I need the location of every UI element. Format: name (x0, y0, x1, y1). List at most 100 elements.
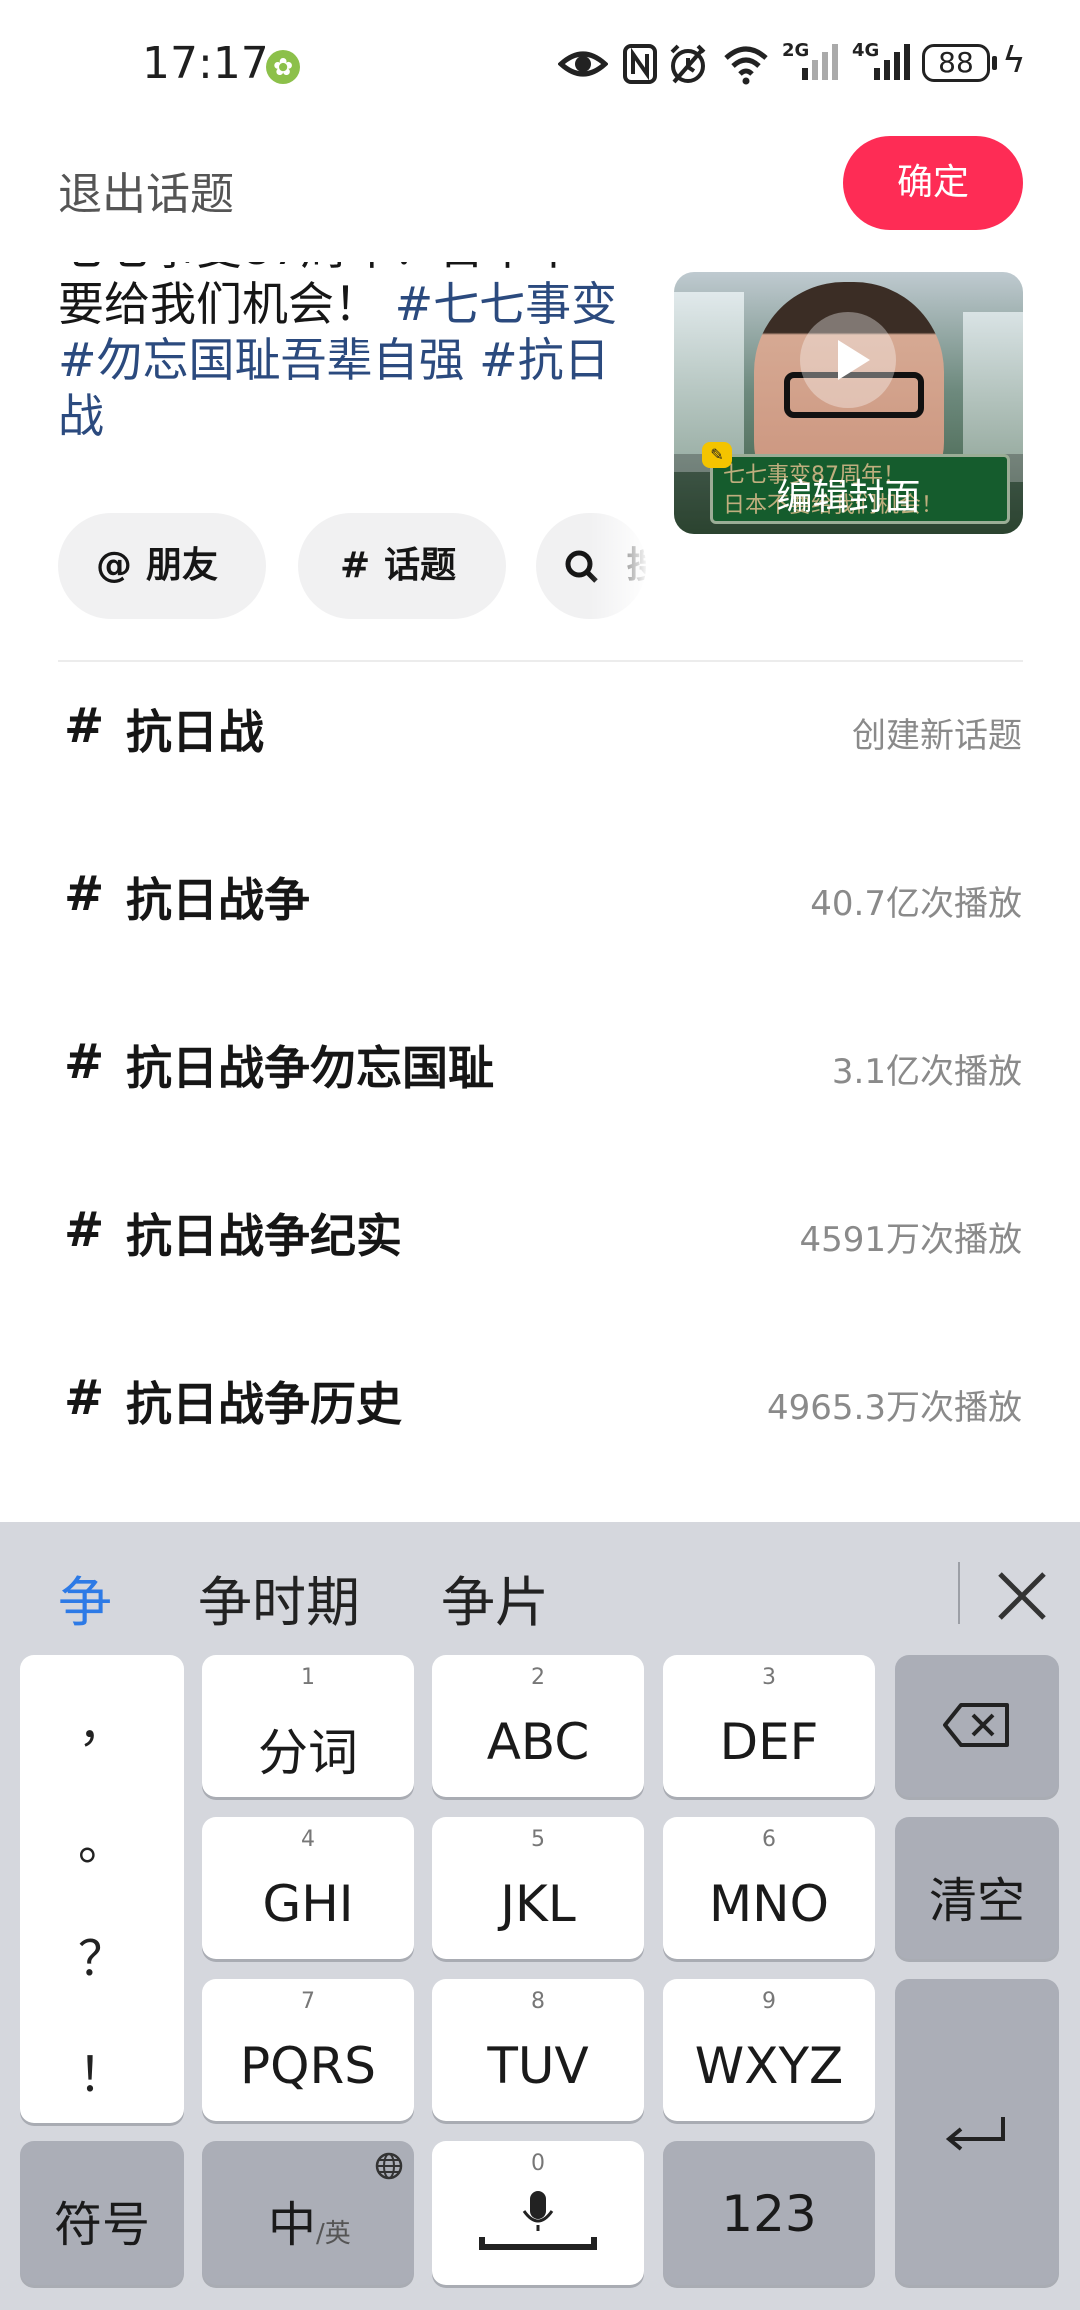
clear-key[interactable]: 清空 (895, 1817, 1059, 1959)
key-label: JKL (500, 1875, 576, 1933)
edit-cover-button[interactable]: 编辑封面 (674, 468, 1023, 520)
key-7-pqrs[interactable]: 7 PQRS (202, 1979, 414, 2121)
chip-label: 朋友 (146, 545, 219, 586)
confirm-button[interactable]: 确定 (843, 136, 1023, 230)
key-number: 4 (301, 1827, 315, 1852)
play-icon[interactable] (800, 312, 896, 408)
key-1-fenci[interactable]: 1 分词 (202, 1655, 414, 1797)
topic-suggestion-row[interactable]: # 抗日战争历史 4965.3万次播放 (0, 1330, 1080, 1498)
key-number: 6 (762, 1827, 776, 1852)
hashtag-icon: # (64, 1034, 105, 1090)
key-label: 分词 (258, 1724, 358, 1782)
topic-play-count: 40.7亿次播放 (810, 884, 1022, 924)
punctuation-exclaim[interactable]: ！ (20, 2035, 184, 2105)
cover-sticker-icon: ✎ (702, 442, 732, 468)
hashtag-icon: # (340, 545, 371, 586)
numbers-key[interactable]: 123 (663, 2141, 875, 2285)
candidate-word[interactable]: 争 (58, 1558, 112, 1637)
charging-bolt-icon: ϟ (1002, 40, 1026, 81)
punctuation-period[interactable]: 。 (20, 1803, 184, 1873)
key-2-abc[interactable]: 2 ABC (432, 1655, 644, 1797)
topic-suggestion-row[interactable]: # 抗日战争 40.7亿次播放 (0, 826, 1080, 994)
battery-tip (992, 56, 997, 70)
language-switch-key[interactable]: 中 /英 (202, 2141, 414, 2285)
caption-line-partial: 七七事变87周年！日本不 (58, 262, 577, 275)
backspace-icon (943, 1703, 1009, 1747)
close-icon[interactable] (986, 1560, 1058, 1632)
key-9-wxyz[interactable]: 9 WXYZ (663, 1979, 875, 2121)
key-3-def[interactable]: 3 DEF (663, 1655, 875, 1797)
key-number: 2 (531, 1665, 545, 1690)
key-label: TUV (487, 2037, 589, 2095)
backspace-key[interactable] (895, 1655, 1059, 1797)
enter-key[interactable] (895, 1979, 1059, 2285)
microphone-space-icon (479, 2191, 597, 2250)
caption-body: 要给我们机会！ (58, 277, 380, 331)
candidate-separator (958, 1562, 960, 1624)
key-4-ghi[interactable]: 4 GHI (202, 1817, 414, 1959)
wifi-icon (724, 46, 768, 85)
key-number: 1 (301, 1665, 315, 1690)
key-label: DEF (719, 1713, 819, 1771)
lang-main-label: 中 (268, 2197, 317, 2253)
key-label: 123 (721, 2185, 817, 2243)
key-label: 清空 (928, 1873, 1025, 1929)
enter-icon (945, 2117, 1005, 2151)
key-label: 符号 (53, 2197, 150, 2253)
space-voice-key[interactable]: 0 (432, 2141, 644, 2285)
status-bar: 17:17 ✿ 2G 4G 88 ϟ (0, 0, 1080, 130)
symbols-key[interactable]: 符号 (20, 2141, 184, 2285)
battery-icon: 88 (922, 44, 990, 82)
at-icon: @ (96, 545, 132, 586)
caption-text[interactable]: 七七事变87周年！日本不 要给我们机会！ #七七事变 #勿忘国耻吾辈自强 #抗日… (58, 262, 648, 444)
key-label: GHI (262, 1875, 354, 1933)
topic-play-count: 4591万次播放 (799, 1220, 1022, 1260)
settings-gear-icon: ✿ (266, 50, 300, 84)
punctuation-comma[interactable]: ， (20, 1685, 184, 1755)
key-number: 7 (301, 1989, 315, 2014)
alarm-icon (670, 44, 706, 84)
caption-hashtag[interactable]: #勿忘国耻吾辈自强 (58, 333, 465, 387)
hashtag-icon: # (64, 866, 105, 922)
topic-suggestion-row[interactable]: # 抗日战 创建新话题 (0, 658, 1080, 826)
signal-4g-icon: 4G (852, 40, 912, 88)
key-label: WXYZ (694, 2037, 844, 2095)
lang-sub-label: /英 (316, 2219, 351, 2249)
candidate-word[interactable]: 争时期 (198, 1558, 360, 1637)
key-5-jkl[interactable]: 5 JKL (432, 1817, 644, 1959)
globe-icon (375, 2152, 403, 2180)
topic-suggestion-row[interactable]: # 抗日战争勿忘国耻 3.1亿次播放 (0, 994, 1080, 1162)
add-topic-chip[interactable]: # 话题 (298, 513, 506, 619)
key-label: ABC (486, 1713, 590, 1771)
topic-play-count: 3.1亿次播放 (831, 1052, 1022, 1092)
key-number: 3 (762, 1665, 776, 1690)
hashtag-icon: # (64, 698, 105, 754)
key-label: MNO (709, 1875, 829, 1933)
key-number: 8 (531, 1989, 545, 2014)
status-time: 17:17 (142, 38, 269, 89)
topic-name: 抗日战争历史 (126, 1377, 402, 1431)
caption-editor[interactable]: 七七事变87周年！日本不 要给我们机会！ #七七事变 #勿忘国耻吾辈自强 #抗日… (58, 262, 648, 474)
topic-play-count: 4965.3万次播放 (767, 1388, 1022, 1428)
topic-suggestion-row[interactable]: # 抗日战争纪实 4591万次播放 (0, 1162, 1080, 1330)
exit-topic-button[interactable]: 退出话题 (58, 158, 234, 222)
topic-name: 抗日战争 (126, 873, 310, 927)
hashtag-icon: # (64, 1370, 105, 1426)
nfc-icon (623, 44, 657, 84)
mention-friends-chip[interactable]: @ 朋友 (58, 513, 266, 619)
key-8-tuv[interactable]: 8 TUV (432, 1979, 644, 2121)
topic-name: 抗日战争纪实 (126, 1209, 402, 1263)
key-6-mno[interactable]: 6 MNO (663, 1817, 875, 1959)
topic-name: 抗日战 (126, 705, 264, 759)
topic-meta: 创建新话题 (852, 716, 1022, 756)
eye-icon (558, 51, 608, 77)
caption-hashtag[interactable]: #七七事变 (395, 277, 618, 331)
punctuation-key-column[interactable]: ， 。 ？ ！ (20, 1655, 184, 2123)
key-number: 9 (762, 1989, 776, 2014)
key-number: 0 (531, 2151, 545, 2176)
signal-2g-icon: 2G (782, 40, 838, 88)
punctuation-question[interactable]: ？ (20, 1919, 184, 1989)
topic-name: 抗日战争勿忘国耻 (126, 1041, 494, 1095)
candidate-word[interactable]: 争片 (441, 1558, 549, 1637)
video-cover-thumbnail[interactable]: 七七事变87周年！ 日本不要给我们机会！ ✎ 编辑封面 (674, 272, 1023, 534)
